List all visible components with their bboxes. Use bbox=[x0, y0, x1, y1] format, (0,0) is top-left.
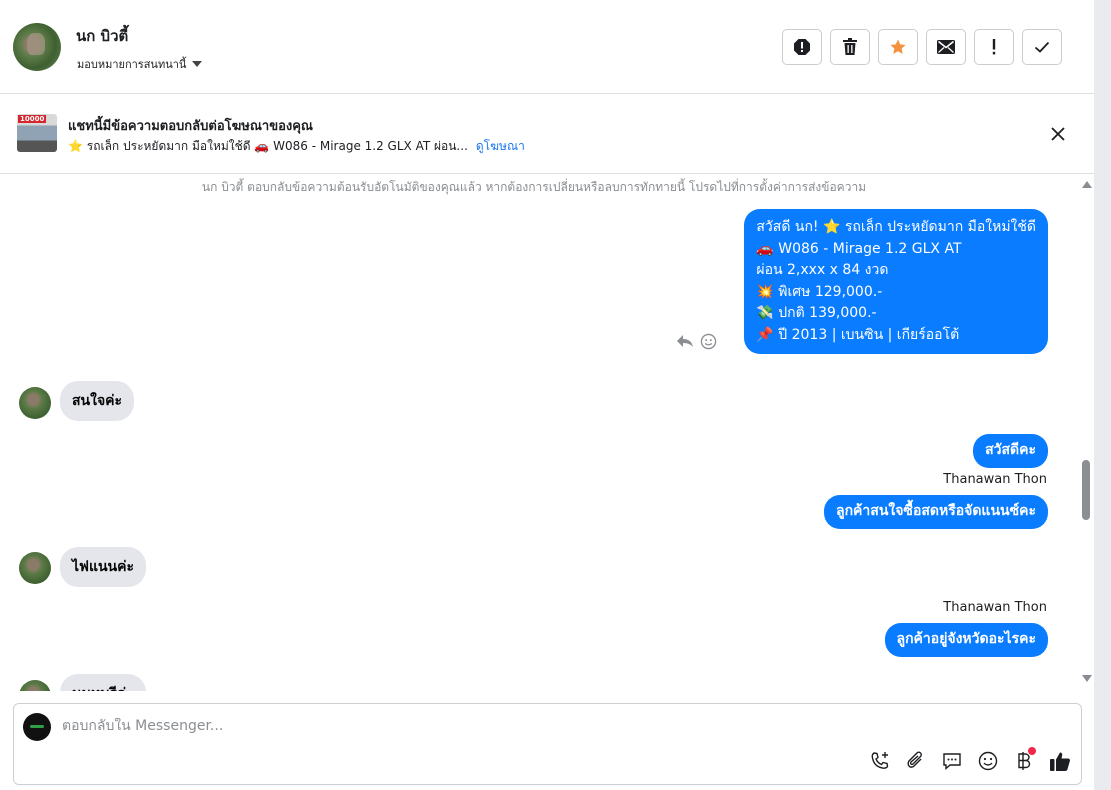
header-actions bbox=[782, 29, 1062, 65]
message-tools bbox=[676, 333, 717, 350]
ad-banner-subtitle: ⭐ รถเล็ก ประหยัดมาก มือใหม่ใช้ดี 🚗 W086 … bbox=[68, 139, 468, 153]
scroll-up-arrow-icon[interactable] bbox=[1082, 181, 1092, 188]
star-button[interactable] bbox=[878, 29, 918, 65]
incoming-message[interactable]: ไฟแนนค่ะ bbox=[60, 547, 147, 587]
greeting-line: สวัสดี นก! ⭐ รถเล็ก ประหยัดมาก มือใหม่ใช… bbox=[756, 219, 1036, 235]
check-icon bbox=[1034, 41, 1050, 53]
mark-unread-button[interactable] bbox=[926, 29, 966, 65]
emoji-button[interactable] bbox=[977, 750, 999, 772]
report-icon bbox=[794, 39, 810, 55]
ad-reply-banner: 10000 แชทนี้มีข้อความตอบกลับต่อโฆษณาของค… bbox=[0, 95, 1094, 174]
ad-banner-line: ⭐ รถเล็ก ประหยัดมาก มือใหม่ใช้ดี 🚗 W086 … bbox=[68, 137, 525, 156]
page-avatar bbox=[23, 713, 51, 741]
greeting-line: 💥 พิเศษ 129,000.- bbox=[756, 283, 883, 300]
sender-name: Thanawan Thon bbox=[943, 472, 1047, 487]
attachment-icon bbox=[907, 751, 922, 768]
conversation-header: นก บิวตี้ มอบหมายการสนทนานี้ bbox=[0, 0, 1094, 94]
exclamation-icon bbox=[992, 39, 996, 55]
thread-scrollbar[interactable] bbox=[1080, 175, 1092, 691]
caret-down-icon bbox=[192, 61, 203, 67]
assign-label: มอบหมายการสนทนานี้ bbox=[77, 58, 187, 71]
reply-icon[interactable] bbox=[676, 333, 694, 349]
payment-button[interactable] bbox=[1013, 747, 1036, 772]
reply-composer bbox=[13, 703, 1082, 785]
thumbs-up-icon bbox=[1050, 752, 1070, 771]
contact-avatar-small bbox=[19, 680, 51, 691]
delete-button[interactable] bbox=[830, 29, 870, 65]
notification-dot bbox=[1028, 747, 1036, 755]
report-spam-button[interactable] bbox=[782, 29, 822, 65]
quick-reply-icon bbox=[943, 753, 961, 771]
greeting-line: 💸 ปกติ 139,000.- bbox=[756, 305, 877, 321]
incoming-message[interactable]: สนใจค่ะ bbox=[60, 381, 135, 421]
trash-icon bbox=[843, 38, 857, 55]
attach-button[interactable] bbox=[905, 750, 927, 772]
auto-reply-notice: นก บิวตี้ ตอบกลับข้อความต้อนรับอัตโนมัติ… bbox=[201, 180, 867, 194]
contact-avatar[interactable] bbox=[13, 23, 61, 71]
incoming-message[interactable]: นนทบุรีค่ะ bbox=[60, 674, 146, 691]
scrollbar-thumb[interactable] bbox=[1082, 460, 1090, 520]
outgoing-message[interactable]: ลูกค้าสนใจซื้อสดหรือจัดแนนซ์คะ bbox=[824, 495, 1048, 529]
mark-done-button[interactable] bbox=[1022, 29, 1062, 65]
assign-conversation-dropdown[interactable]: มอบหมายการสนทนานี้ bbox=[77, 55, 203, 73]
outgoing-message[interactable]: สวัสดีคะ bbox=[973, 434, 1048, 468]
close-icon[interactable] bbox=[1048, 124, 1068, 144]
phone-add-icon bbox=[871, 752, 889, 769]
ad-thumbnail-tag: 10000 bbox=[18, 115, 47, 123]
star-icon bbox=[890, 39, 906, 54]
contact-avatar-small bbox=[19, 552, 51, 584]
like-button[interactable] bbox=[1049, 750, 1071, 772]
greeting-line: 📌 ปี 2013 | เบนซิน | เกียร์ออโต้ bbox=[756, 326, 960, 343]
ad-banner-title: แชทนี้มีข้อความตอบกลับต่อโฆษณาของคุณ bbox=[68, 119, 313, 134]
greeting-line: ผ่อน 2,xxx x 84 งวด bbox=[756, 262, 889, 278]
ad-thumbnail[interactable]: 10000 bbox=[17, 114, 57, 152]
composer-tools bbox=[869, 747, 1071, 772]
outgoing-message[interactable]: ลูกค้าอยู่จังหวัดอะไรคะ bbox=[884, 623, 1048, 657]
sender-name: Thanawan Thon bbox=[943, 600, 1047, 615]
emoji-icon bbox=[978, 751, 998, 771]
view-ad-link[interactable]: ดูโฆษณา bbox=[476, 137, 525, 156]
window-edge bbox=[1094, 0, 1111, 790]
contact-avatar-small bbox=[19, 387, 51, 419]
call-button[interactable] bbox=[869, 750, 891, 772]
scroll-down-arrow-icon[interactable] bbox=[1082, 675, 1092, 682]
greeting-line: 🚗 W086 - Mirage 1.2 GLX AT bbox=[756, 240, 962, 257]
follow-up-button[interactable] bbox=[974, 29, 1014, 65]
react-emoji-icon[interactable] bbox=[700, 333, 717, 350]
saved-replies-button[interactable] bbox=[941, 750, 963, 772]
mail-icon bbox=[937, 40, 955, 54]
message-thread[interactable]: นก บิวตี้ ตอบกลับข้อความต้อนรับอัตโนมัติ… bbox=[0, 175, 1094, 691]
contact-name[interactable]: นก บิวตี้ bbox=[76, 24, 128, 48]
reply-input[interactable] bbox=[62, 718, 962, 734]
greeting-message[interactable]: สวัสดี นก! ⭐ รถเล็ก ประหยัดมาก มือใหม่ใช… bbox=[744, 209, 1048, 354]
